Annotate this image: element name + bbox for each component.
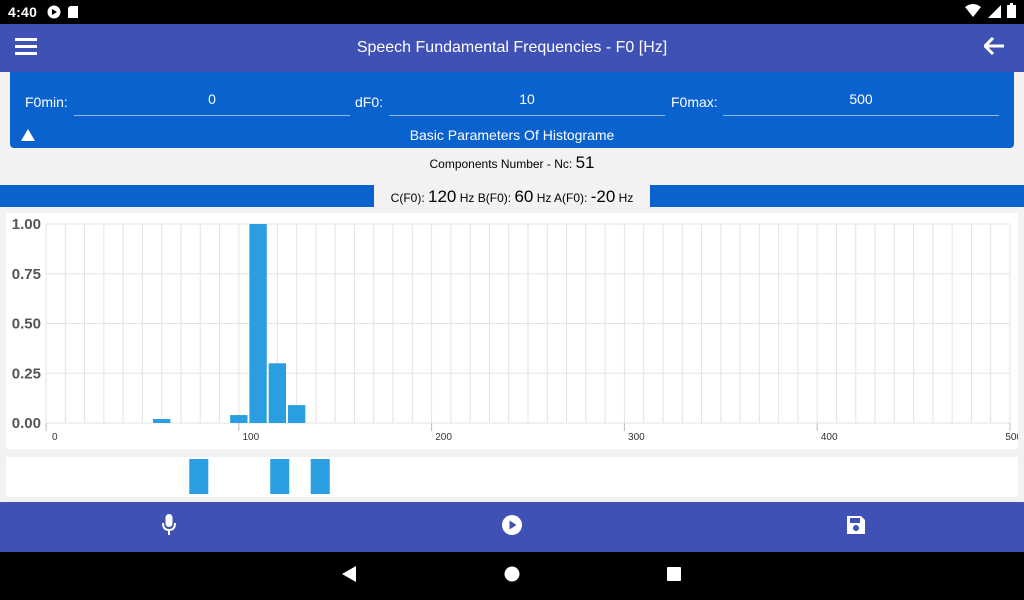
c-label: C(F0): xyxy=(390,191,425,205)
result-bar-left xyxy=(0,185,374,207)
battery-icon xyxy=(1007,3,1016,21)
save-icon xyxy=(846,515,866,540)
a-label: A(F0): xyxy=(554,191,588,205)
status-bar: 4:40 xyxy=(0,0,1024,24)
media-icon xyxy=(47,5,61,19)
x-tick-label: 400 xyxy=(821,432,838,443)
histogram-bar xyxy=(287,405,306,423)
y-tick-label: 0.25 xyxy=(12,365,41,382)
play-icon xyxy=(501,514,523,541)
bottom-toolbar xyxy=(0,502,1024,552)
x-tick-label: 500 xyxy=(1005,432,1018,443)
status-time: 4:40 xyxy=(8,4,38,20)
nav-back-button[interactable] xyxy=(337,564,361,588)
b-value: 60 xyxy=(514,187,534,206)
nav-home-icon xyxy=(504,566,520,587)
histogram-svg: 0.00 0.25 0.50 0.75 1.00 0 100 200 300 400 500 xyxy=(12,216,1023,443)
menu-button[interactable] xyxy=(0,24,52,72)
c-unit: Hz xyxy=(459,191,475,205)
result-bar: C(F0): 120 Hz B(F0): 60 Hz A(F0): -20 Hz xyxy=(0,185,1024,209)
x-tick-label: 100 xyxy=(242,432,259,443)
f0min-input[interactable]: 0 xyxy=(74,88,350,116)
save-button[interactable] xyxy=(826,502,886,552)
f0max-label: F0max: xyxy=(671,94,718,110)
y-tick-label: 1.00 xyxy=(12,216,41,233)
y-tick-label: 0.50 xyxy=(12,316,41,333)
components-value: 51 xyxy=(575,153,595,172)
strip-block xyxy=(189,459,209,494)
y-tick-label: 0.75 xyxy=(12,266,41,283)
histogram-bar xyxy=(153,419,171,423)
x-tick-label: 0 xyxy=(52,432,58,443)
f0-result-text: C(F0): 120 Hz B(F0): 60 Hz A(F0): -20 Hz xyxy=(376,185,648,209)
app-bar: Speech Fundamental Frequencies - F0 [Hz] xyxy=(0,24,1024,72)
hamburger-menu-icon xyxy=(15,37,37,60)
back-button[interactable] xyxy=(970,24,1018,72)
b-label: B(F0): xyxy=(477,191,512,205)
histogram-params-panel: F0min: 0 dF0: 10 F0max: 500 Basic Parame… xyxy=(10,72,1014,148)
app-title: Speech Fundamental Frequencies - F0 [Hz] xyxy=(356,39,668,56)
b-unit: Hz xyxy=(536,191,552,205)
a-value: -20 xyxy=(590,187,616,206)
histogram-bar xyxy=(249,224,267,423)
f0min-label: F0min: xyxy=(25,94,68,110)
nav-home-button[interactable] xyxy=(500,564,524,588)
strip-block xyxy=(270,459,290,494)
strip-block xyxy=(310,459,330,494)
x-tick-label: 300 xyxy=(628,432,645,443)
histogram-bar xyxy=(268,363,287,423)
a-unit: Hz xyxy=(618,191,634,205)
arrow-back-icon xyxy=(982,36,1004,60)
df0-label: dF0: xyxy=(355,94,384,110)
frequency-strip xyxy=(6,457,1018,497)
y-tick-label: 0.00 xyxy=(12,415,41,432)
histogram-chart: 0.00 0.25 0.50 0.75 1.00 0 100 200 300 400 500 xyxy=(6,213,1023,449)
components-number: Components Number - Nc: 51 xyxy=(0,153,1024,173)
play-button[interactable] xyxy=(482,502,542,552)
components-label: Components Number - Nc: xyxy=(429,157,573,171)
df0-input[interactable]: 10 xyxy=(389,88,665,116)
nav-back-icon xyxy=(341,565,357,588)
f0max-input[interactable]: 500 xyxy=(723,88,999,116)
params-caption: Basic Parameters Of Histograme xyxy=(409,127,615,143)
nav-recents-icon xyxy=(666,566,682,587)
histogram-bar xyxy=(230,415,248,423)
sd-card-icon xyxy=(67,5,81,19)
system-nav-bar xyxy=(0,552,1024,600)
signal-icon xyxy=(987,4,1001,21)
record-button[interactable] xyxy=(139,502,199,552)
status-right-icons xyxy=(965,3,1016,21)
microphone-icon xyxy=(162,513,176,541)
frequency-strip-svg xyxy=(189,459,330,494)
result-bar-right xyxy=(650,185,1024,207)
x-tick-label: 200 xyxy=(435,432,452,443)
app-screen: 4:40 Speech Fundamental Frequencies - F0 xyxy=(0,0,1024,600)
c-value: 120 xyxy=(428,187,457,206)
nav-recents-button[interactable] xyxy=(662,564,686,588)
wifi-icon xyxy=(965,3,981,21)
